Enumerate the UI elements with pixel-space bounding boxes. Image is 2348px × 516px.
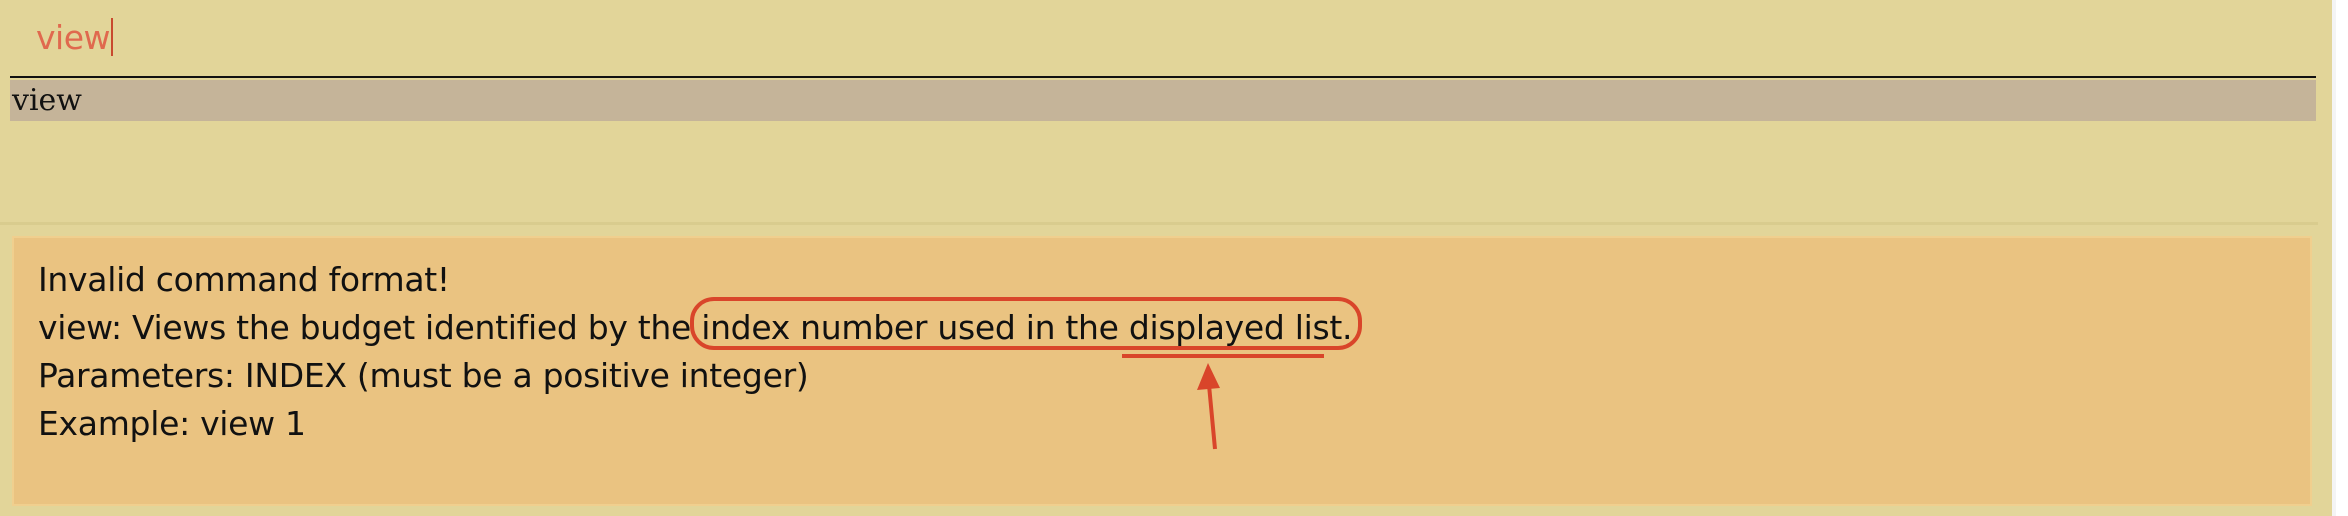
- command-input[interactable]: view: [36, 18, 113, 57]
- result-line-title: Invalid command format!: [38, 260, 450, 299]
- text-caret: [111, 18, 113, 56]
- app-window: view view Invalid command format! view: …: [0, 0, 2348, 516]
- result-line-usage: view: Views the budget identified by the…: [38, 308, 1353, 347]
- command-box-underline: [10, 76, 2316, 78]
- command-input-text: view: [36, 18, 111, 57]
- panel-divider: [0, 222, 2318, 225]
- suggestion-label: view: [12, 83, 82, 118]
- result-line-parameters: Parameters: INDEX (must be a positive in…: [38, 356, 809, 395]
- adjacent-window-edge: [2332, 0, 2348, 516]
- window-edge-shadow: [2332, 0, 2336, 516]
- result-text: Invalid command format! view: Views the …: [38, 256, 1353, 448]
- command-box[interactable]: view: [0, 0, 2318, 76]
- result-line-example: Example: view 1: [38, 404, 306, 443]
- result-display: Invalid command format! view: Views the …: [12, 236, 2312, 506]
- suggestion-item[interactable]: view: [10, 80, 2316, 121]
